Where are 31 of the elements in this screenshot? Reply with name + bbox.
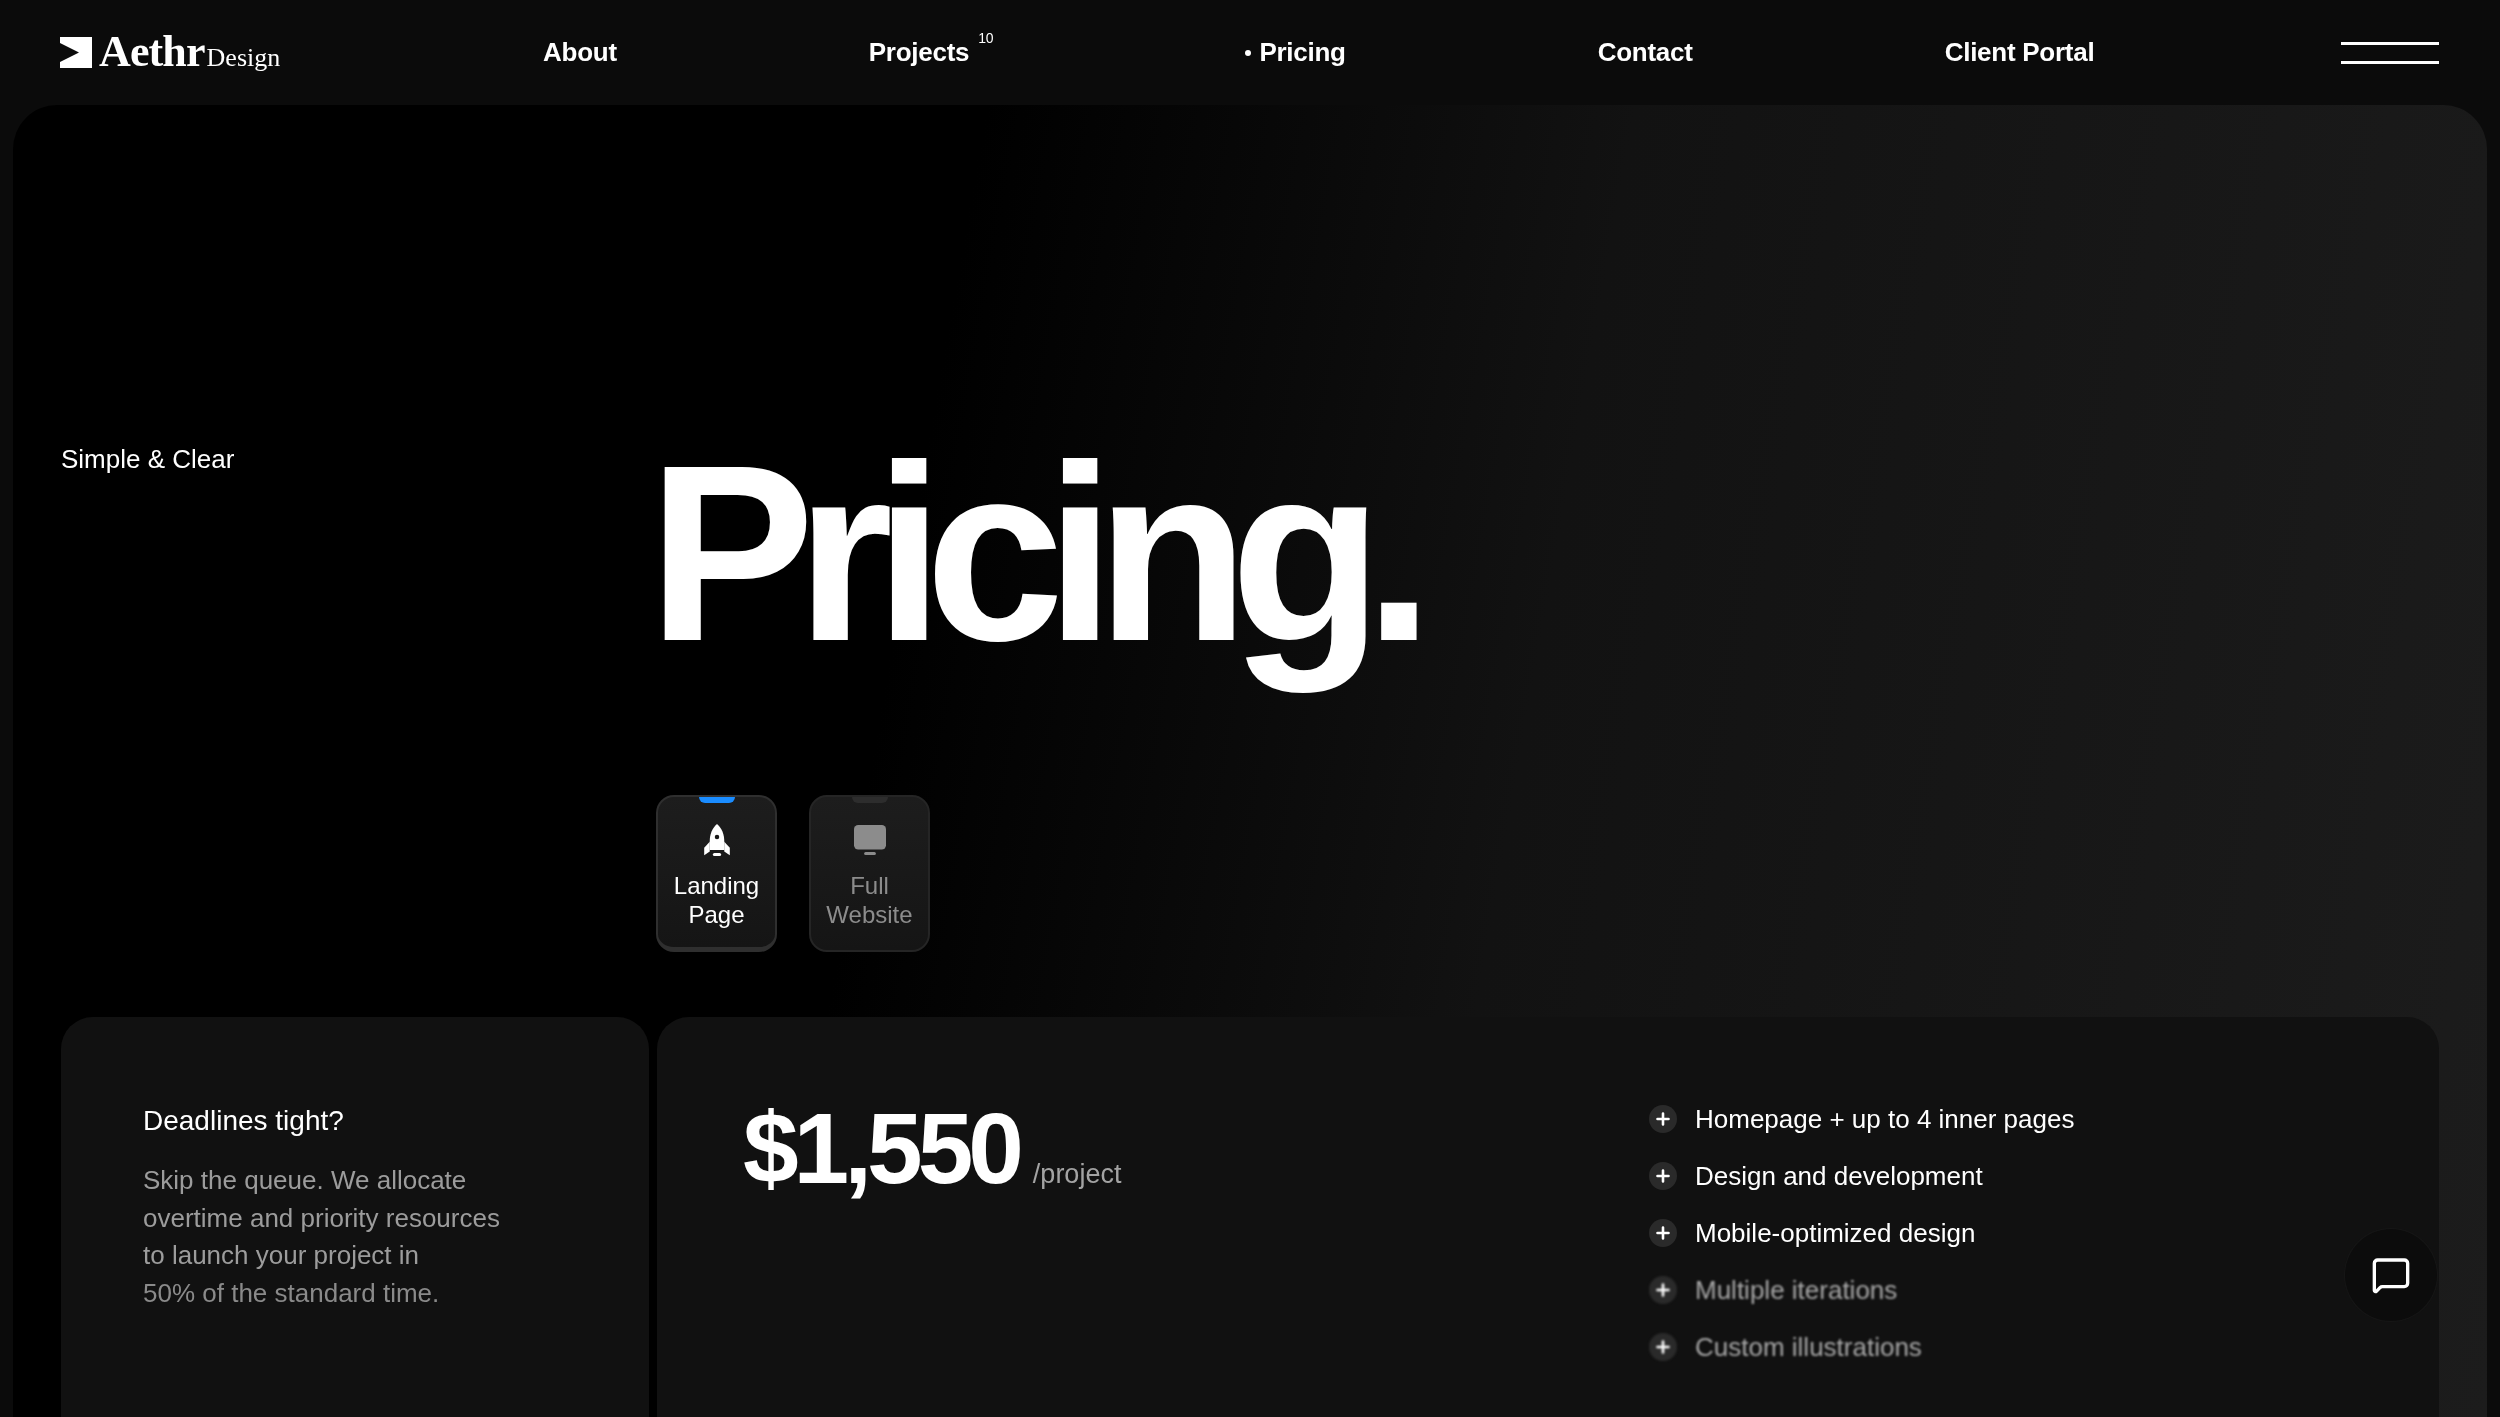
- menu-button[interactable]: [2341, 41, 2439, 64]
- card-title: Deadlines tight?: [143, 1104, 344, 1138]
- menu-icon: [2341, 41, 2439, 64]
- monitor-icon: [853, 824, 886, 856]
- nav-link[interactable]: About: [543, 37, 617, 68]
- plan-tab[interactable]: Landing Page: [656, 795, 777, 952]
- nav-link[interactable]: Client Portal: [1944, 37, 2095, 68]
- hero-eyebrow: Simple & Clear: [61, 443, 235, 475]
- nav-link[interactable]: Contact: [1597, 37, 1693, 68]
- nav-link[interactable]: Pricing: [1245, 37, 1346, 68]
- feature-text: Design and development: [1695, 1160, 1983, 1192]
- logo-mark-icon: [60, 37, 92, 68]
- price-unit: /project: [1032, 1159, 1122, 1190]
- feature-text: Homepage + up to 4 inner pages: [1695, 1103, 2075, 1135]
- page-title: Pricing.: [647, 414, 1417, 694]
- feature-text: Mobile-optimized design: [1695, 1217, 1976, 1249]
- feature-text: Custom illustrations: [1695, 1331, 1922, 1363]
- plus-icon: [1649, 1333, 1677, 1361]
- plus-icon: [1649, 1219, 1677, 1247]
- chat-icon: [2371, 1255, 2411, 1295]
- plan-tab[interactable]: Full Website: [809, 795, 930, 952]
- project-count: 10: [978, 31, 994, 45]
- price-amount: $1,550: [743, 1092, 1021, 1204]
- tab-notch-icon: [698, 797, 735, 803]
- plus-icon: [1649, 1105, 1677, 1133]
- plus-icon: [1649, 1162, 1677, 1190]
- logo-name: Aethr: [99, 27, 206, 78]
- plus-icon: [1649, 1276, 1677, 1304]
- feature-text: Multiple iterations: [1695, 1274, 1898, 1306]
- logo-suffix: Design: [206, 43, 281, 74]
- card-description: Skip the queue. We allocate overtime and priority resources to launch your project in 50% of the standard time.: [143, 1164, 501, 1310]
